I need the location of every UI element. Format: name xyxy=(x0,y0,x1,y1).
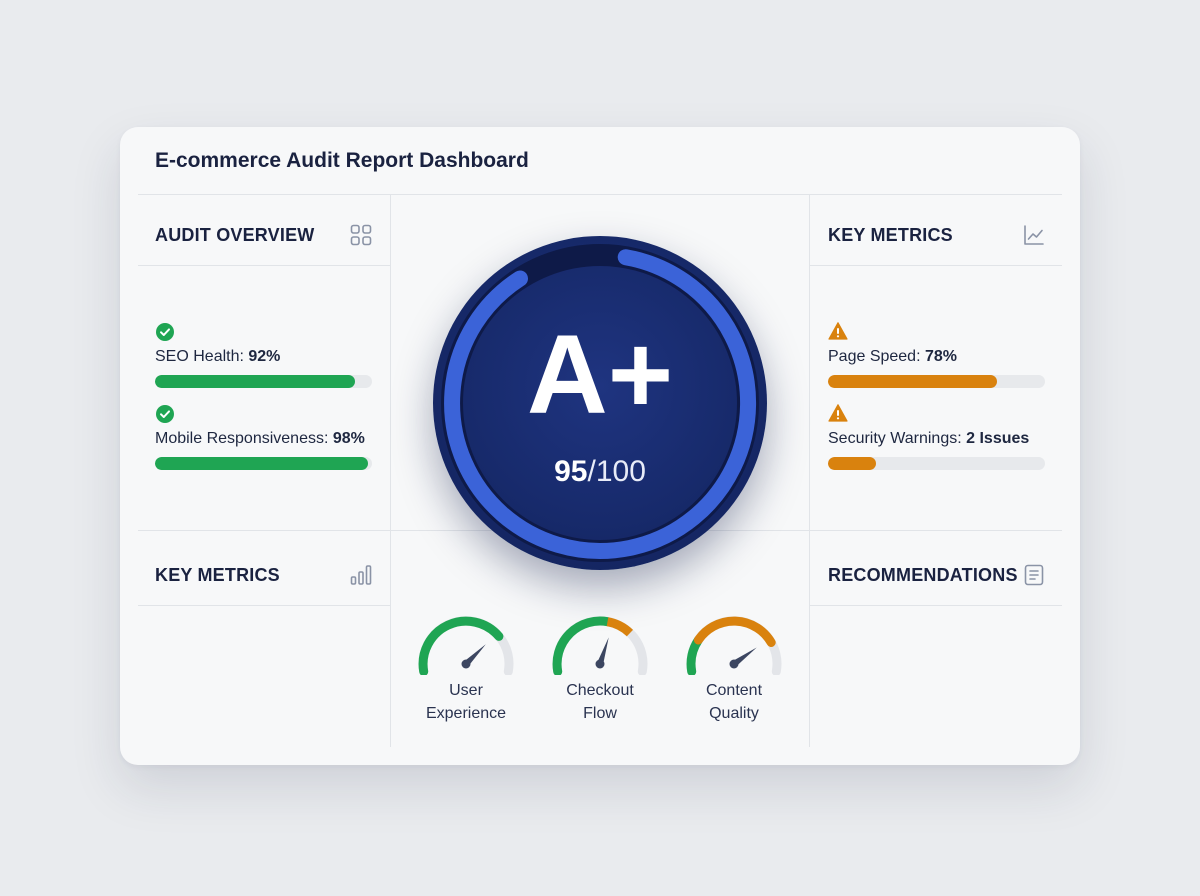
divider xyxy=(138,194,1062,195)
gauge-label: User Experience xyxy=(425,682,507,722)
seo-health-label: SEO Health: 92% xyxy=(155,348,281,365)
recommendations-title: RECOMMENDATIONS xyxy=(828,565,1018,585)
checkout-flow-gauge: Checkout Flow xyxy=(545,611,655,725)
document-icon[interactable] xyxy=(1022,563,1046,587)
audit-overview-title: AUDIT OVERVIEW xyxy=(155,225,315,245)
gauge-dial-icon xyxy=(418,616,514,675)
user-experience-gauge: User Experience xyxy=(411,611,521,725)
page-speed-bar xyxy=(828,375,1045,388)
divider xyxy=(138,605,390,606)
bar-chart-icon[interactable] xyxy=(349,563,373,587)
divider xyxy=(390,195,391,747)
page-speed-label: Page Speed: 78% xyxy=(828,348,957,365)
dashboard-title: E-commerce Audit Report Dashboard xyxy=(155,149,529,172)
divider xyxy=(138,265,390,266)
divider xyxy=(809,195,810,747)
audit-dashboard-card: E-commerce Audit Report Dashboard AUDIT … xyxy=(120,127,1080,765)
grid-icon[interactable] xyxy=(349,223,373,247)
overall-score-badge: A+ 95/100 xyxy=(433,236,767,570)
seo-health-bar xyxy=(155,375,372,388)
gauge-label: Checkout Flow xyxy=(566,682,634,722)
key-metrics-title: KEY METRICS xyxy=(828,225,953,245)
gauge-label: Content Quality xyxy=(705,682,763,722)
security-warnings-bar xyxy=(828,457,1045,470)
gauge-dial-icon xyxy=(552,616,648,675)
check-circle-icon xyxy=(156,323,174,341)
content-quality-gauge: Content Quality xyxy=(679,611,789,725)
key-metrics-bottom-title: KEY METRICS xyxy=(155,565,280,585)
divider xyxy=(810,265,1062,266)
score-value: 95/100 xyxy=(554,455,646,488)
line-chart-icon[interactable] xyxy=(1022,223,1046,247)
score-grade: A+ xyxy=(526,312,674,437)
mobile-responsiveness-bar xyxy=(155,457,372,470)
gauge-dial-icon xyxy=(686,616,782,675)
security-warnings-label: Security Warnings: 2 Issues xyxy=(828,430,1030,447)
check-circle-icon xyxy=(156,405,174,423)
warning-icon xyxy=(828,322,848,340)
warning-icon xyxy=(828,404,848,422)
divider xyxy=(810,605,1062,606)
mobile-responsiveness-label: Mobile Responsiveness: 98% xyxy=(155,430,365,447)
